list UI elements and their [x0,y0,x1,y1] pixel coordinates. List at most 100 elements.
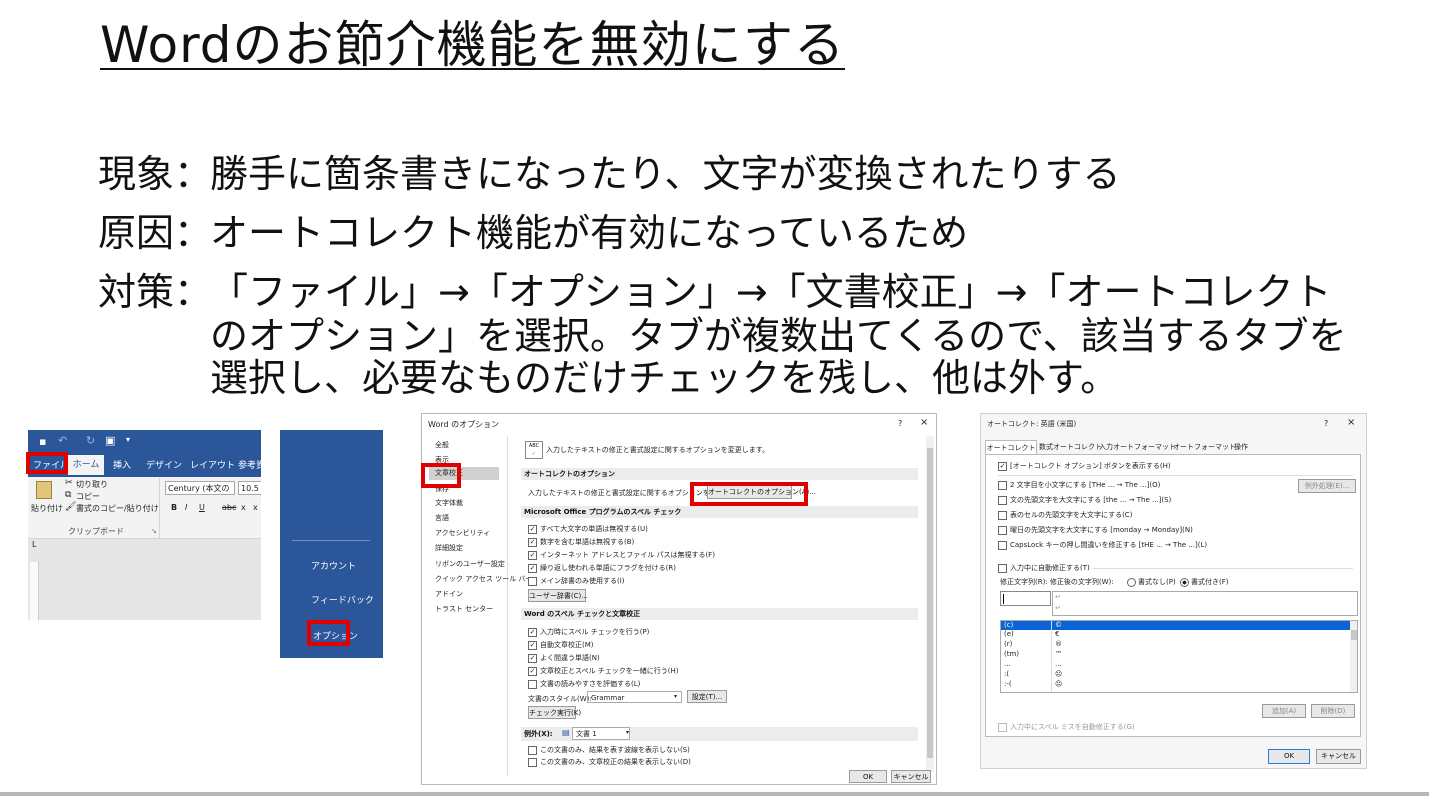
row-from[interactable]: :-( [1004,680,1012,689]
scrollbar-thumb[interactable] [927,448,933,758]
checkbox-label: 文章校正とスペル チェックを一緒に行う(H) [540,667,679,675]
copy-button[interactable]: コピー [76,491,100,502]
exceptions-select[interactable]: 文書 1 [572,727,630,740]
row-from[interactable]: :( [1004,670,1009,679]
checkbox-capitalize-sentences[interactable]: 文の先頭文字を大文字にする [the ... → The ...](S) [998,495,1171,505]
row-from[interactable]: (e) [1004,630,1014,639]
row-from[interactable]: (r) [1004,640,1012,649]
tab-actions[interactable]: 操作 [1234,442,1248,452]
cancel-button[interactable]: キャンセル [1316,749,1361,764]
close-button[interactable]: × [1347,417,1355,428]
tab-design[interactable]: デザイン [146,458,182,471]
bold-button[interactable]: B [171,503,177,512]
row-to[interactable]: … [1055,660,1062,669]
cancel-button[interactable]: キャンセル [891,770,931,783]
checkbox-capitalize-table-cells[interactable]: 表のセルの先頭文字を大文字にする(C) [998,510,1132,520]
checkbox-capslock-fix[interactable]: CapsLock キーの押し間違いを修正する [tHE ... → The ..… [998,540,1207,550]
nav-accessibility[interactable]: アクセシビリティ [435,528,490,538]
delete-button[interactable]: 削除(D) [1311,704,1355,718]
tab-math-autocorrect[interactable]: 数式オートコレクト [1039,442,1102,452]
subscript-button[interactable]: x [241,503,246,512]
scrollbar[interactable] [926,436,934,772]
help-button[interactable]: ? [1324,419,1328,428]
nav-language[interactable]: 言語 [435,513,449,523]
add-button[interactable]: 追加(A) [1262,704,1306,718]
checkbox-flag-repeated[interactable]: ✓ 繰り返し使われる単語にフラグを付ける(R) [528,563,676,573]
columns-label: 修正文字列(R): 修正後の文字列(W): [1000,578,1114,586]
font-name-select[interactable]: Century (本文の [165,481,235,495]
nav-advanced[interactable]: 詳細設定 [435,543,463,553]
checkbox-check-as-type[interactable]: ✓ 入力時にスペル チェックを行う(P) [528,627,649,637]
tab-home[interactable]: ホーム [68,455,104,475]
checkbox-confused-words[interactable]: ✓ よく間違う単語(N) [528,653,600,663]
underline-button[interactable]: U [199,503,205,512]
paste-button[interactable]: 貼り付け [31,503,63,514]
cut-button[interactable]: 切り取り [76,479,108,490]
grammar-settings-button[interactable]: 設定(T)... [687,690,727,703]
checkbox-two-initial-caps[interactable]: 2 文字目を小文字にする [THe ... → The ...](O) [998,480,1160,490]
superscript-button[interactable]: x [253,503,258,512]
tab-insert[interactable]: 挿入 [113,458,131,471]
radio-plain-text[interactable]: 書式なし(P) [1127,577,1176,587]
nav-general[interactable]: 全般 [435,440,449,450]
format-painter-button[interactable]: 書式のコピー/貼り付け [76,503,159,514]
row-to[interactable]: © [1055,621,1062,630]
checkbox-auto-spell-fix[interactable]: 入力中にスペル ミスを自動修正する(G) [998,722,1135,732]
bullet-label: 現象： [98,152,213,196]
undo-icon: ↶ [58,434,68,447]
nav-quick-access[interactable]: クイック アクセス ツール バー [435,574,532,584]
checkbox-checked-icon: ✓ [528,653,537,663]
custom-dictionaries-button[interactable]: ユーザー辞書(C)... [528,589,588,602]
radio-formatted-text[interactable]: 書式付き(F) [1180,577,1229,587]
backstage-account[interactable]: アカウント [311,559,356,572]
checkbox-show-buttons[interactable]: ✓ [オートコレクト オプション] ボタンを表示する(H) [998,461,1171,471]
row-to[interactable]: ☹ [1055,670,1062,679]
dialog-launcher-icon[interactable]: ↘ [151,527,157,535]
row-to[interactable]: ☹ [1055,680,1062,689]
checkbox-ignore-uppercase[interactable]: ✓ すべて大文字の単語は無視する(U) [528,524,648,534]
tab-autocorrect[interactable]: オートコレクト [985,440,1037,454]
italic-button[interactable]: I [185,503,187,512]
with-input[interactable]: ↵ ↵ [1052,591,1358,616]
checkbox-grammar[interactable]: ✓ 自動文章校正(M) [528,640,594,650]
checkbox-grammar-with-spelling[interactable]: ✓ 文章校正とスペル チェックを一緒に行う(H) [528,666,678,676]
tab-autoformat[interactable]: オートフォーマット [1173,442,1236,452]
nav-typography[interactable]: 文字体裁 [435,498,463,508]
checkbox-hide-grammar[interactable]: この文書のみ、文章校正の結果を表示しない(D) [528,757,691,767]
row-from[interactable]: (c) [1004,621,1013,630]
checkbox-ignore-numbers[interactable]: ✓ 数字を含む単語は無視する(B) [528,537,634,547]
row-from[interactable]: (tm) [1004,650,1019,659]
nav-trust-center[interactable]: トラスト センター [435,604,493,614]
checkbox-replace-as-type[interactable]: 入力中に自動修正する(T) [998,563,1093,573]
ok-button[interactable]: OK [849,770,887,783]
row-from[interactable]: ... [1004,660,1011,669]
replace-input[interactable] [1000,591,1051,606]
recheck-document-button[interactable]: チェック実行(K) [528,706,581,719]
word-options-dialog: Word のオプション ? × 全般 表示 文章校正 保存 文字体裁 言語 アク… [421,413,937,785]
checkbox-main-dictionary[interactable]: メイン辞書のみ使用する(I) [528,576,625,586]
row-to[interactable]: ™ [1055,650,1062,659]
font-size-select[interactable]: 10.5 [238,481,261,495]
backstage-feedback[interactable]: フィードバック [311,593,374,606]
checkbox-label: すべて大文字の単語は無視する(U) [540,525,648,533]
writing-style-select[interactable]: Grammar [587,691,682,703]
nav-addins[interactable]: アドイン [435,589,463,599]
nav-customize-ribbon[interactable]: リボンのユーザー設定 [435,559,505,569]
ok-button[interactable]: OK [1268,749,1310,764]
tab-references[interactable]: 参考資 [238,458,261,471]
help-button[interactable]: ? [898,419,902,428]
row-to[interactable]: ® [1055,640,1062,649]
exceptions-button[interactable]: 例外処理(E)... [1298,479,1356,493]
list-scrollbar-thumb[interactable] [1351,630,1357,640]
replacement-list[interactable]: (c) © (e) € (r) ® (tm) ™ ... … :( ☹ :-( … [1000,620,1358,693]
checkbox-readability[interactable]: 文書の読みやすさを評価する(L) [528,679,640,689]
checkbox-hide-spelling[interactable]: この文書のみ、結果を表す波線を表示しない(S) [528,745,690,755]
close-button[interactable]: × [920,417,928,428]
checkbox-ignore-internet[interactable]: ✓ インターネット アドレスとファイル パスは無視する(F) [528,550,715,560]
strikethrough-button[interactable]: abc [222,503,236,512]
tab-autoformat-as-type[interactable]: 入力オートフォーマット [1099,442,1176,452]
list-scrollbar[interactable] [1350,621,1357,692]
tab-layout[interactable]: レイアウト [190,458,235,471]
checkbox-capitalize-days[interactable]: 曜日の先頭文字を大文字にする [monday → Monday](N) [998,525,1193,535]
row-to[interactable]: € [1055,630,1059,639]
